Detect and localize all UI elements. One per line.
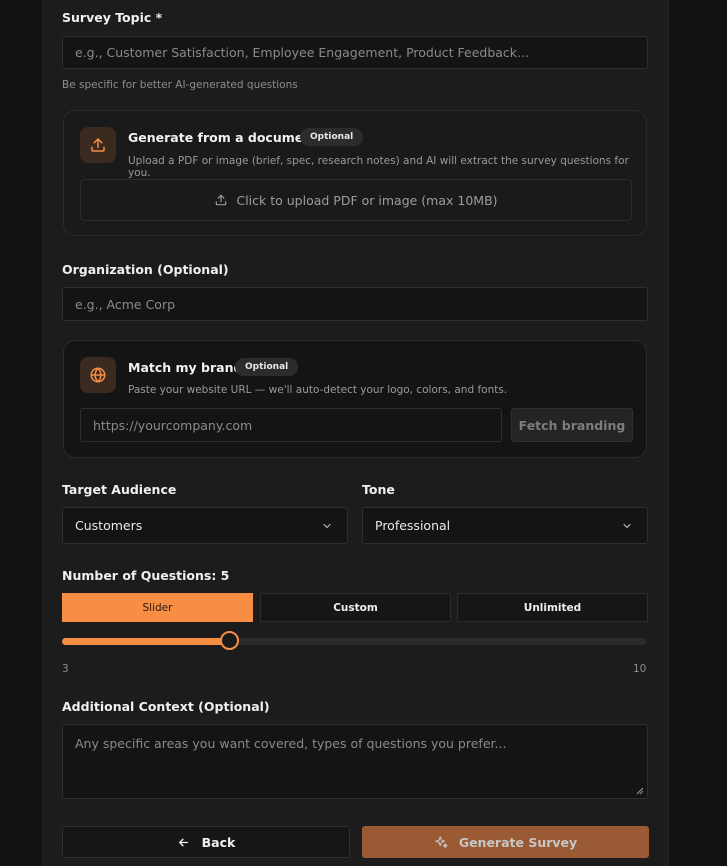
brand-card-description: Paste your website URL — we'll auto-dete… <box>128 384 508 396</box>
document-card-badge: Optional <box>300 128 364 146</box>
survey-form-panel: Survey Topic * e.g., Customer Satisfacti… <box>42 0 669 866</box>
additional-context-textarea[interactable]: Any specific areas you want covered, typ… <box>62 724 648 799</box>
back-button-label: Back <box>201 834 236 850</box>
target-audience-label: Target Audience <box>62 482 177 497</box>
additional-context-label: Additional Context (Optional) <box>62 699 270 714</box>
tone-label: Tone <box>362 482 395 497</box>
additional-context-placeholder: Any specific areas you want covered, typ… <box>75 736 507 751</box>
mode-tab-slider[interactable]: Slider <box>62 593 253 622</box>
sparkles-icon <box>435 835 448 848</box>
right-gutter <box>669 0 727 866</box>
chevron-down-icon <box>323 523 331 528</box>
questions-slider-thumb[interactable] <box>219 631 239 650</box>
fetch-branding-button[interactable]: Fetch branding <box>511 408 633 442</box>
organization-input[interactable]: e.g., Acme Corp <box>62 287 648 321</box>
questions-slider-fill <box>62 638 230 645</box>
tone-select[interactable]: Professional <box>362 507 648 544</box>
target-audience-value: Customers <box>75 518 143 533</box>
globe-icon <box>90 367 106 383</box>
organization-placeholder: e.g., Acme Corp <box>75 296 176 312</box>
tone-value: Professional <box>375 518 451 533</box>
upload-icon <box>91 138 105 152</box>
document-upload-dropzone[interactable]: Click to upload PDF or image (max 10MB) <box>80 179 632 221</box>
document-upload-card: Generate from a document Optional Upload… <box>63 110 647 236</box>
brand-card-title: Match my brand <box>128 360 243 375</box>
brand-card-badge: Optional <box>235 358 299 376</box>
mode-tab-custom[interactable]: Custom <box>260 593 451 622</box>
survey-topic-hint: Be specific for better AI-generated ques… <box>62 79 298 91</box>
upload-icon-box <box>80 127 116 163</box>
arrow-left-icon <box>178 838 188 846</box>
document-card-title: Generate from a document <box>128 130 319 145</box>
survey-topic-label: Survey Topic * <box>62 10 163 25</box>
survey-topic-input[interactable]: e.g., Customer Satisfaction, Employee En… <box>62 36 648 69</box>
organization-label: Organization (Optional) <box>62 262 229 277</box>
resize-grip-icon[interactable] <box>636 787 644 795</box>
document-card-description: Upload a PDF or image (brief, spec, rese… <box>128 155 629 179</box>
slider-min-label: 3 <box>62 663 69 675</box>
brand-match-card: Match my brand Optional Paste your websi… <box>63 340 647 458</box>
website-url-input[interactable]: https://yourcompany.com <box>80 408 502 442</box>
mode-tab-unlimited[interactable]: Unlimited <box>457 593 648 622</box>
questions-count-label: Number of Questions: 5 <box>62 568 230 583</box>
target-audience-select[interactable]: Customers <box>62 507 348 544</box>
generate-survey-button[interactable]: Generate Survey <box>362 826 649 858</box>
generate-survey-label: Generate Survey <box>458 834 578 850</box>
survey-topic-placeholder: e.g., Customer Satisfaction, Employee En… <box>75 45 529 60</box>
slider-max-label: 10 <box>633 663 647 675</box>
chevron-down-icon <box>623 523 631 528</box>
website-url-placeholder: https://yourcompany.com <box>93 417 253 433</box>
upload-small-icon <box>216 194 227 206</box>
left-gutter <box>0 0 42 866</box>
questions-slider-track[interactable] <box>62 638 647 645</box>
upload-dropzone-label: Click to upload PDF or image (max 10MB) <box>236 192 498 208</box>
back-button[interactable]: Back <box>62 826 350 858</box>
globe-icon-box <box>80 357 116 393</box>
